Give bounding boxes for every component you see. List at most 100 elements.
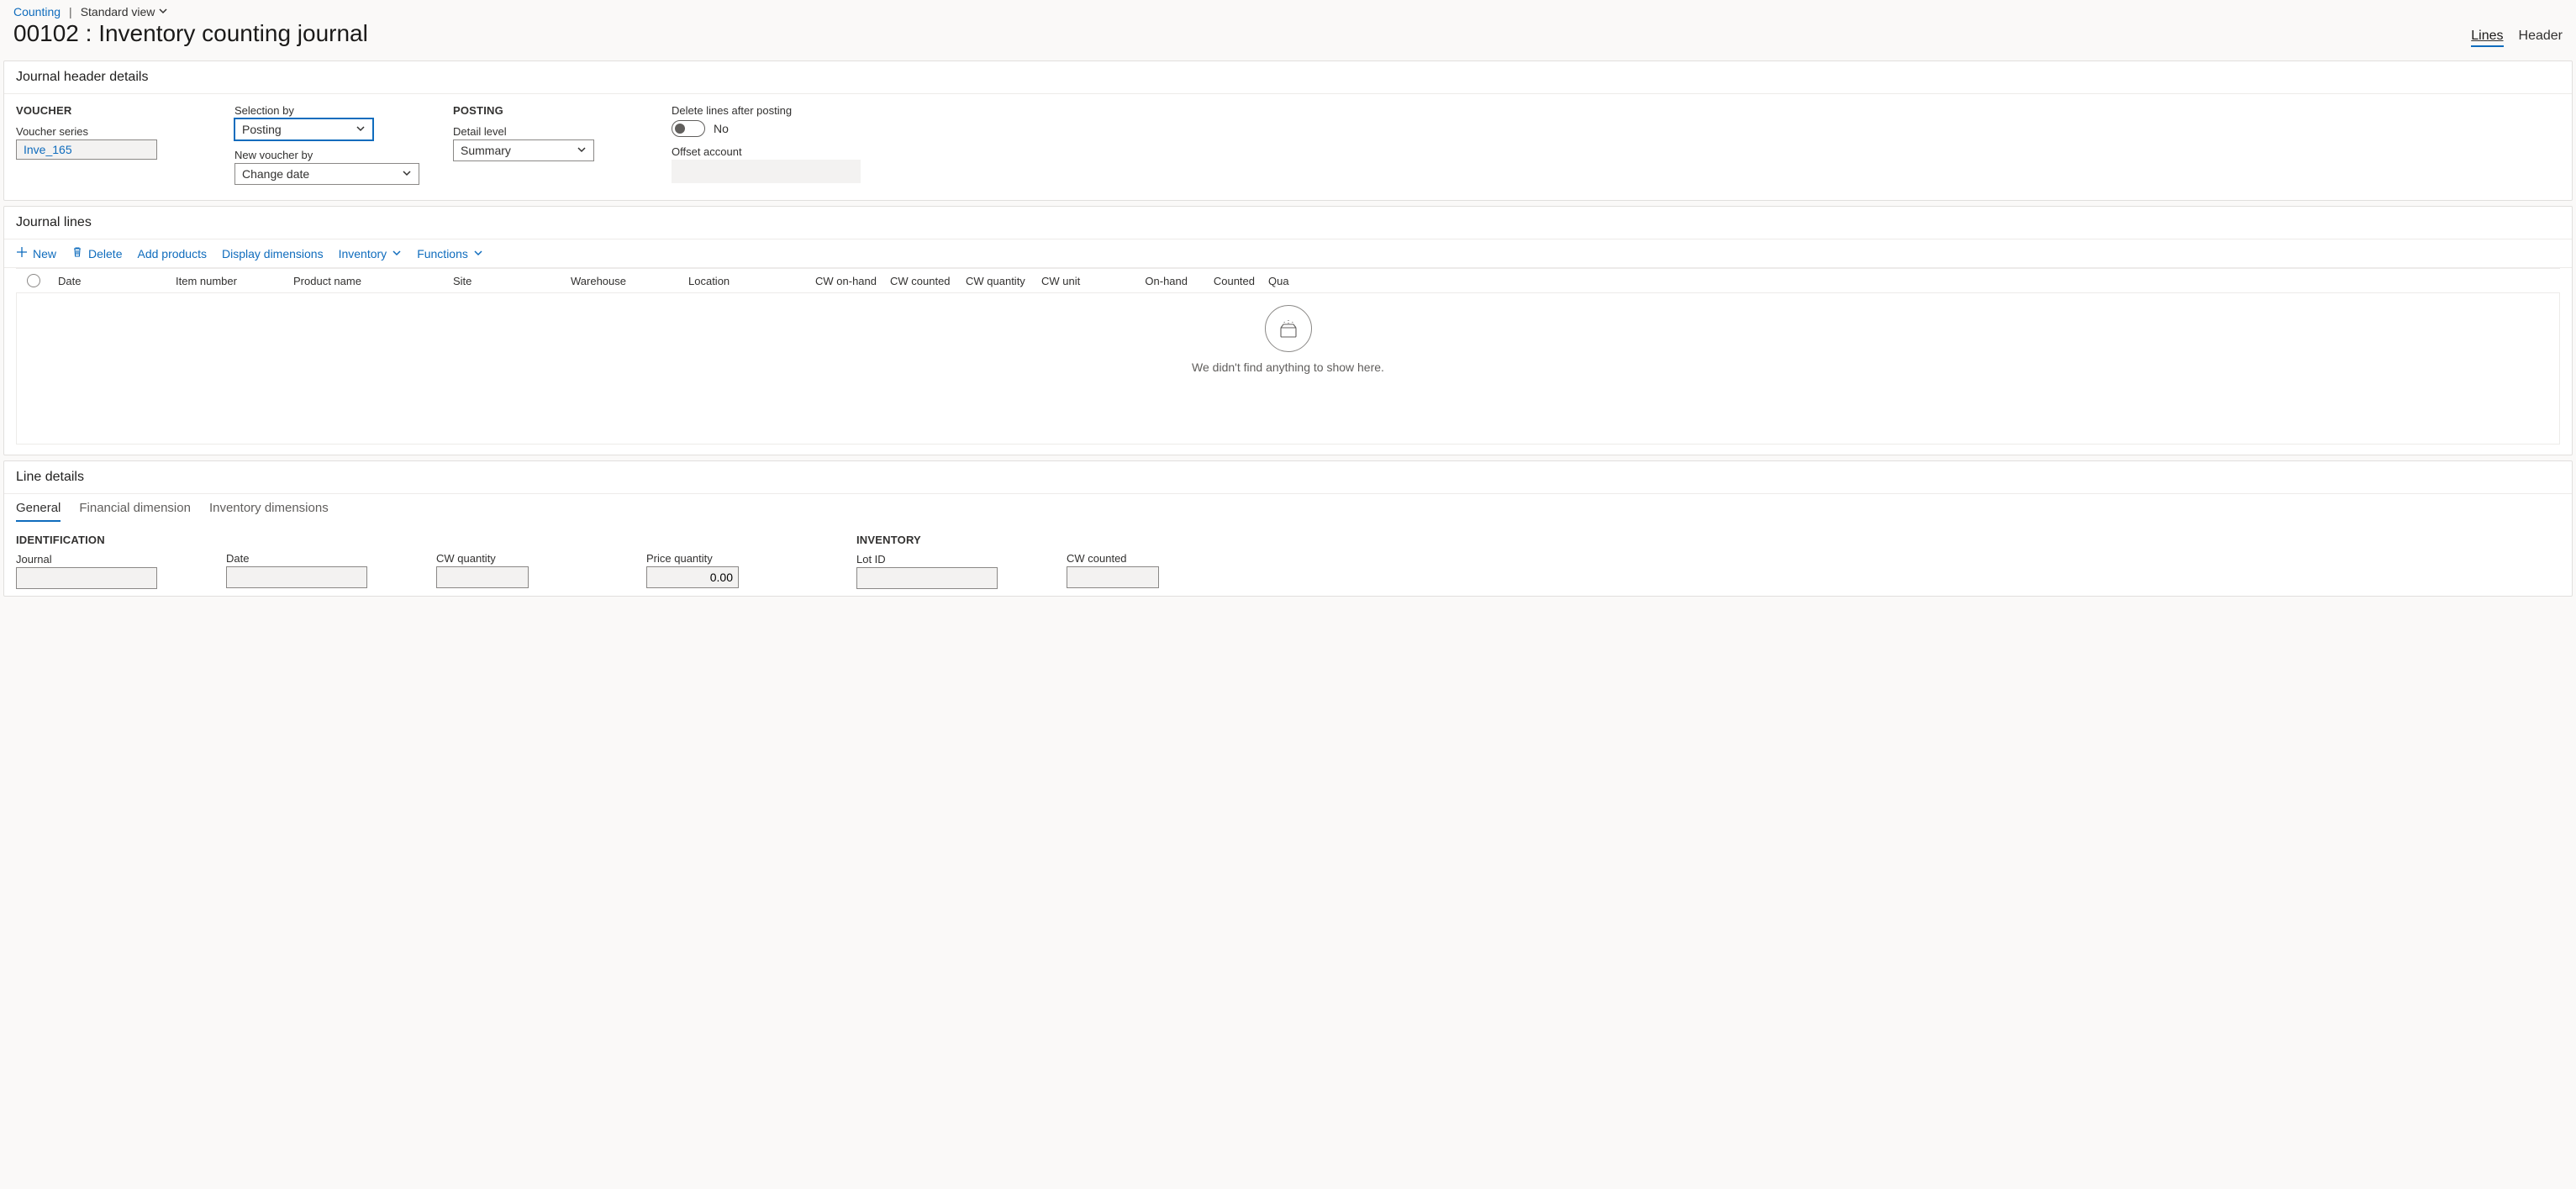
line-details-title[interactable]: Line details <box>4 461 2572 494</box>
cw-counted-input[interactable] <box>1067 566 1159 588</box>
col-cw-counted[interactable]: CW counted <box>883 275 959 287</box>
functions-menu[interactable]: Functions <box>417 247 483 260</box>
plus-icon <box>16 246 28 260</box>
new-voucher-by-value: Change date <box>242 167 309 181</box>
inventory-heading: INVENTORY <box>856 534 1033 546</box>
col-cw-unit[interactable]: CW unit <box>1035 275 1127 287</box>
voucher-series-label: Voucher series <box>16 125 201 138</box>
line-details-section: Line details General Financial dimension… <box>3 460 2573 597</box>
inventory-group: INVENTORY Lot ID <box>856 534 1033 589</box>
grid-empty-state: We didn't find anything to show here. <box>16 293 2560 445</box>
journal-lines-section: Journal lines New Delete Add products Di… <box>3 206 2573 455</box>
delete-button[interactable]: Delete <box>71 246 122 260</box>
price-quantity-input[interactable] <box>646 566 739 588</box>
cw-counted-group: CW counted <box>1067 534 1243 589</box>
view-tabs: Lines Header <box>2471 29 2563 47</box>
new-voucher-by-label: New voucher by <box>234 149 419 161</box>
col-cw-quantity[interactable]: CW quantity <box>959 275 1035 287</box>
cw-quantity-input[interactable] <box>436 566 529 588</box>
col-cw-on-hand[interactable]: CW on-hand <box>799 275 883 287</box>
selection-by-label: Selection by <box>234 104 419 117</box>
col-warehouse[interactable]: Warehouse <box>564 275 682 287</box>
lines-toolbar: New Delete Add products Display dimensio… <box>4 239 2572 268</box>
cw-quantity-label: CW quantity <box>436 552 613 565</box>
price-qty-group: Price quantity <box>646 534 823 589</box>
add-products-button[interactable]: Add products <box>137 247 207 260</box>
identification-group: IDENTIFICATION Journal <box>16 534 192 589</box>
offset-account-value <box>672 160 861 183</box>
voucher-series-value[interactable]: Inve_165 <box>16 139 157 160</box>
chevron-down-icon <box>473 247 483 260</box>
empty-message: We didn't find anything to show here. <box>1192 360 1384 374</box>
journal-lines-title[interactable]: Journal lines <box>4 207 2572 239</box>
line-details-tabs: General Financial dimension Inventory di… <box>4 494 2572 522</box>
inventory-menu[interactable]: Inventory <box>339 247 403 260</box>
journal-input[interactable] <box>16 567 157 589</box>
chevron-down-icon <box>356 123 366 136</box>
page-title: 00102 : Inventory counting journal <box>13 20 368 47</box>
col-quantity-truncated[interactable]: Qua <box>1262 275 1295 287</box>
col-date[interactable]: Date <box>51 275 169 287</box>
breadcrumb-separator: | <box>69 5 72 18</box>
delete-lines-value: No <box>714 122 729 135</box>
chevron-down-icon <box>402 167 412 181</box>
cw-qty-group: CW quantity <box>436 534 613 589</box>
detail-level-value: Summary <box>461 144 511 157</box>
cw-counted-label: CW counted <box>1067 552 1243 565</box>
offset-account-label: Offset account <box>672 145 861 158</box>
selection-by-value: Posting <box>242 123 282 136</box>
posting-heading: POSTING <box>453 104 638 117</box>
journal-label: Journal <box>16 553 192 566</box>
tab-inventory-dimensions[interactable]: Inventory dimensions <box>209 501 329 522</box>
chevron-down-icon <box>392 247 402 260</box>
date-group: Date <box>226 534 403 589</box>
tab-general[interactable]: General <box>16 501 61 522</box>
delete-label: Delete <box>88 247 122 260</box>
breadcrumb: Counting | Standard view <box>13 5 2563 18</box>
trash-icon <box>71 246 83 260</box>
selection-by-dropdown[interactable]: Posting <box>234 118 373 140</box>
price-quantity-label: Price quantity <box>646 552 823 565</box>
new-label: New <box>33 247 56 260</box>
view-selector-label: Standard view <box>81 5 155 18</box>
view-selector[interactable]: Standard view <box>81 5 169 18</box>
lot-id-label: Lot ID <box>856 553 1033 566</box>
delete-lines-label: Delete lines after posting <box>672 104 861 117</box>
selection-group: Selection by Posting New voucher by Chan… <box>234 104 419 185</box>
breadcrumb-counting-link[interactable]: Counting <box>13 5 61 18</box>
inventory-label: Inventory <box>339 247 387 260</box>
detail-level-label: Detail level <box>453 125 638 138</box>
empty-box-icon <box>1265 305 1312 352</box>
journal-header-section: Journal header details VOUCHER Voucher s… <box>3 61 2573 201</box>
col-product-name[interactable]: Product name <box>287 275 446 287</box>
voucher-group: VOUCHER Voucher series Inve_165 <box>16 104 201 185</box>
chevron-down-icon <box>158 5 168 18</box>
select-all-checkbox[interactable] <box>27 274 40 287</box>
chevron-down-icon <box>577 144 587 157</box>
tab-financial-dimension[interactable]: Financial dimension <box>79 501 191 522</box>
col-location[interactable]: Location <box>682 275 799 287</box>
functions-label: Functions <box>417 247 468 260</box>
voucher-heading: VOUCHER <box>16 104 201 117</box>
lot-id-input[interactable] <box>856 567 998 589</box>
grid-header: Date Item number Product name Site Wareh… <box>16 268 2560 293</box>
detail-level-dropdown[interactable]: Summary <box>453 139 594 161</box>
toggle-knob <box>675 124 685 134</box>
journal-header-title[interactable]: Journal header details <box>4 61 2572 94</box>
new-voucher-by-dropdown[interactable]: Change date <box>234 163 419 185</box>
posting-group: POSTING Detail level Summary <box>453 104 638 185</box>
tab-header[interactable]: Header <box>2519 29 2563 47</box>
delete-lines-toggle[interactable] <box>672 120 705 137</box>
col-on-hand[interactable]: On-hand <box>1127 275 1194 287</box>
col-item-number[interactable]: Item number <box>169 275 287 287</box>
display-dimensions-button[interactable]: Display dimensions <box>222 247 324 260</box>
date-input[interactable] <box>226 566 367 588</box>
tab-lines[interactable]: Lines <box>2471 29 2503 47</box>
col-counted[interactable]: Counted <box>1194 275 1262 287</box>
posting-options-group: Delete lines after posting No Offset acc… <box>672 104 861 185</box>
identification-heading: IDENTIFICATION <box>16 534 192 546</box>
page-header: Counting | Standard view 00102 : Invento… <box>0 0 2576 57</box>
new-button[interactable]: New <box>16 246 56 260</box>
col-site[interactable]: Site <box>446 275 564 287</box>
date-label: Date <box>226 552 403 565</box>
